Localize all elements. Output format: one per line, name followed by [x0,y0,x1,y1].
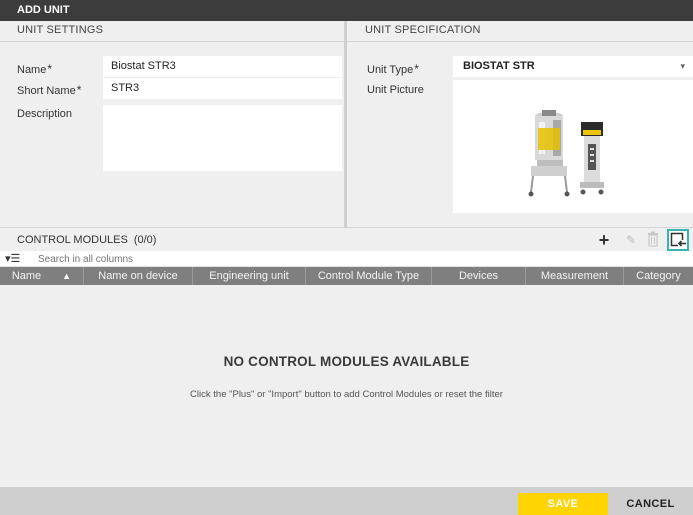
control-modules-count: (0/0) [133,234,157,246]
short-name-field[interactable] [103,78,342,99]
required-mark: * [47,62,53,76]
column-header-label: Name [11,270,42,282]
required-mark: * [76,83,82,97]
control-modules-title-text: CONTROL MODULES [17,234,128,246]
dialog-title: ADD UNIT [0,0,693,21]
name-field[interactable] [103,56,342,77]
required-mark: * [414,62,419,76]
search-row: ▾☰ [0,251,693,267]
unit-type-value: BIOSTAT STR [463,60,535,72]
column-header-measurement[interactable]: Measurement [526,267,624,285]
table-header: Name ▲ Name on device Engineering unit C… [0,267,693,285]
name-label-text: Name [17,64,47,76]
cancel-button[interactable]: CANCEL [608,493,693,515]
empty-state-hint: Click the "Plus" or "Import" button to a… [190,389,503,400]
dialog-footer: SAVE CANCEL [0,487,693,515]
filter-icon[interactable]: ▾☰ [5,252,20,265]
short-name-label-text: Short Name [17,85,76,97]
unit-picture-label: Unit Picture [367,84,424,96]
import-icon [670,232,687,248]
unit-type-label: Unit Type* [367,62,419,76]
column-header-name-on-device[interactable]: Name on device [84,267,193,285]
column-header-engineering-unit[interactable]: Engineering unit [193,267,306,285]
control-modules-toolbar: CONTROL MODULES (0/0) + ✎ [0,227,693,251]
unit-settings-header: UNIT SETTINGS [0,21,344,42]
bioreactor-image [528,110,604,197]
column-header-category[interactable]: Category [624,267,693,285]
description-field[interactable] [103,105,342,171]
table-body: NO CONTROL MODULES AVAILABLE Click the "… [0,285,693,487]
import-button[interactable] [667,229,689,251]
column-header-name[interactable]: Name ▲ [0,267,84,285]
edit-icon[interactable]: ✎ [624,231,638,249]
column-header-devices[interactable]: Devices [432,267,526,285]
chevron-down-icon: ▾ [680,61,685,71]
save-button[interactable]: SAVE [518,493,608,515]
unit-specification-panel: UNIT SPECIFICATION Unit Type* BIOSTAT ST… [347,21,693,227]
name-label: Name* [17,62,52,76]
trash-glyph [648,231,658,247]
control-modules-title: CONTROL MODULES (0/0) [17,234,156,246]
unit-specification-header: UNIT SPECIFICATION [347,21,693,42]
trash-icon[interactable] [646,231,660,249]
sort-ascending-icon: ▲ [62,271,71,281]
search-input[interactable] [38,252,338,266]
add-icon[interactable]: + [596,231,612,249]
column-header-control-module-type[interactable]: Control Module Type [306,267,432,285]
unit-type-select[interactable]: BIOSTAT STR ▾ [453,56,693,77]
unit-type-label-text: Unit Type [367,64,414,76]
unit-settings-panel: UNIT SETTINGS Name* Short Name* Descript… [0,21,344,227]
unit-picture [453,80,693,213]
short-name-label: Short Name* [17,83,81,97]
description-label: Description [17,108,73,120]
empty-state-title: NO CONTROL MODULES AVAILABLE [223,354,470,369]
